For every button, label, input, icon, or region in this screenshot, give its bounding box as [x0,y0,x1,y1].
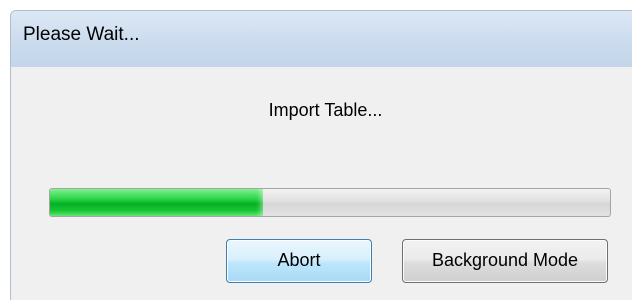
title-bar[interactable]: Please Wait... [11,11,632,67]
status-message: Import Table... [268,100,383,120]
abort-button[interactable]: Abort [226,239,372,283]
progress-bar [49,188,611,217]
background-mode-button[interactable]: Background Mode [402,239,608,283]
progress-bar-fill [50,189,263,216]
please-wait-dialog: Please Wait... Import Table... Abort Bac… [10,10,632,300]
window-title: Please Wait... [23,24,140,45]
